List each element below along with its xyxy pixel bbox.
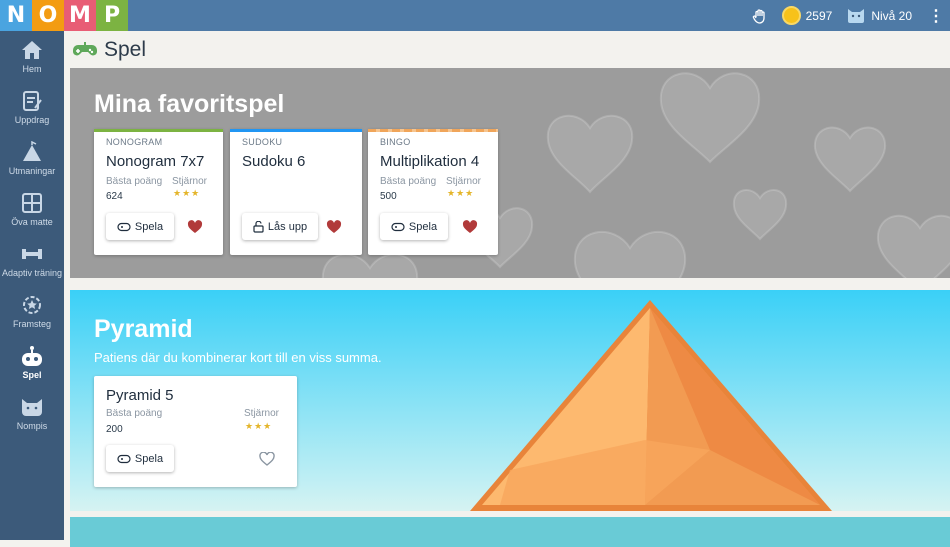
tent-icon (19, 140, 45, 164)
star-rating: ★★★ (447, 188, 475, 198)
hand-icon (752, 8, 765, 24)
play-button-label: Spela (134, 220, 164, 233)
star-rating: ★★★ (245, 421, 273, 431)
category-strip (94, 129, 223, 132)
level-indicator[interactable]: Nivå 20 (846, 7, 912, 25)
best-score-label: Bästa poäng (106, 176, 163, 187)
unlock-icon (253, 220, 264, 233)
pyramid-heading: Pyramid (94, 315, 193, 343)
game-card-bingo[interactable]: BINGO Multiplikation 4 Bästa poäng Stjär… (368, 129, 498, 255)
gamepad-icon (73, 42, 97, 56)
game-name: Nonogram 7x7 (106, 153, 205, 170)
pyramid-section: Pyramid Patiens där du kombinerar kort t… (70, 290, 950, 511)
hand-button[interactable] (752, 8, 768, 24)
sidebar-item-utmaningar[interactable]: Utmaningar (0, 140, 64, 176)
sidebar-label: Utmaningar (8, 166, 56, 176)
main-content: Spel Mina favoritspel NONOGRAM Nonogram … (64, 31, 950, 547)
coin-icon (781, 6, 801, 25)
favorite-heart-icon[interactable] (462, 219, 478, 235)
best-score-label: Bästa poäng (106, 408, 163, 419)
stars-label: Stjärnor (244, 408, 280, 419)
page-title-text: Spel (104, 38, 147, 61)
category-strip (368, 129, 498, 132)
game-category: BINGO (380, 137, 411, 147)
gamepad-icon (117, 454, 131, 463)
robot-icon (19, 344, 45, 368)
game-category: NONOGRAM (106, 137, 163, 147)
task-icon (19, 89, 45, 113)
sidebar-item-ova-matte[interactable]: Öva matte (0, 191, 64, 227)
cat-icon (19, 395, 45, 419)
nomp-logo[interactable]: N O M P (0, 0, 128, 31)
sidebar-label: Framsteg (12, 319, 51, 329)
best-score-label: Bästa poäng (380, 176, 437, 187)
favorite-heart-outline-icon[interactable] (259, 451, 275, 467)
sidebar-item-uppdrag[interactable]: Uppdrag (0, 89, 64, 125)
stars-label: Stjärnor (172, 176, 208, 187)
best-score-value: 200 (106, 424, 123, 435)
next-game-section (70, 517, 950, 547)
gamepad-icon (117, 222, 131, 231)
game-category: SUDOKU (242, 137, 283, 147)
game-card-pyramid[interactable]: Pyramid 5 Bästa poäng Stjärnor 200 ★★★ S… (94, 376, 297, 487)
category-strip (230, 129, 362, 132)
sidebar-label: Spel (22, 370, 42, 380)
sidebar-label: Öva matte (11, 217, 53, 227)
best-score-value: 500 (380, 191, 397, 202)
best-score-value: 624 (106, 191, 123, 202)
home-icon (19, 38, 45, 62)
logo-letter-p: P (96, 0, 128, 31)
play-button[interactable]: Spela (380, 213, 448, 240)
progress-icon (19, 293, 45, 317)
star-rating: ★★★ (173, 188, 201, 198)
play-button-label: Spela (408, 220, 438, 233)
sidebar-item-framsteg[interactable]: Framsteg (0, 293, 64, 329)
sidebar-item-nompis[interactable]: Nompis (0, 395, 64, 431)
game-card-sudoku[interactable]: SUDOKU Sudoku 6 Lås upp (230, 129, 362, 255)
favorite-heart-icon[interactable] (326, 219, 342, 235)
sidebar-item-hem[interactable]: Hem (0, 38, 64, 74)
unlock-button[interactable]: Lås upp (242, 213, 318, 240)
cat-avatar-icon (848, 8, 865, 23)
dumbbell-icon (19, 242, 45, 266)
gamepad-icon (391, 222, 405, 231)
sidebar-item-adaptiv-traning[interactable]: Adaptiv träning (0, 242, 64, 278)
page-title: Spel (72, 36, 146, 64)
calculator-icon (19, 191, 45, 215)
play-button[interactable]: Spela (106, 445, 174, 472)
game-name: Sudoku 6 (242, 153, 306, 170)
favorite-heart-icon[interactable] (187, 219, 203, 235)
favorites-section: Mina favoritspel NONOGRAM Nonogram 7x7 B… (70, 68, 950, 278)
logo-letter-o: O (32, 0, 64, 31)
favorites-heading: Mina favoritspel (94, 90, 285, 118)
unlock-button-label: Lås upp (267, 220, 308, 233)
sidebar-item-spel[interactable]: Spel (0, 344, 64, 380)
sidebar-label: Hem (22, 64, 42, 74)
logo-letter-m: M (64, 0, 96, 31)
play-button[interactable]: Spela (106, 213, 174, 240)
coin-counter[interactable]: 2597 (781, 6, 833, 25)
sidebar-label: Uppdrag (14, 115, 50, 125)
logo-letter-n: N (0, 0, 32, 31)
game-name: Multiplikation 4 (380, 153, 480, 170)
sidebar: Hem Uppdrag Utmaningar Öva matte Adaptiv… (0, 31, 64, 540)
pyramid-description: Patiens där du kombinerar kort till en v… (94, 350, 382, 365)
coin-count: 2597 (805, 8, 833, 23)
game-name: Pyramid 5 (106, 387, 174, 404)
stars-label: Stjärnor (446, 176, 482, 187)
sidebar-label: Adaptiv träning (1, 268, 63, 278)
top-bar: N O M P 2597 Nivå 20 ⋮ (0, 0, 950, 31)
sidebar-label: Nompis (16, 421, 48, 431)
play-button-label: Spela (134, 452, 164, 465)
game-card-nonogram[interactable]: NONOGRAM Nonogram 7x7 Bästa poäng Stjärn… (94, 129, 223, 255)
more-menu-icon[interactable]: ⋮ (926, 6, 946, 26)
level-label: Nivå 20 (871, 8, 912, 23)
